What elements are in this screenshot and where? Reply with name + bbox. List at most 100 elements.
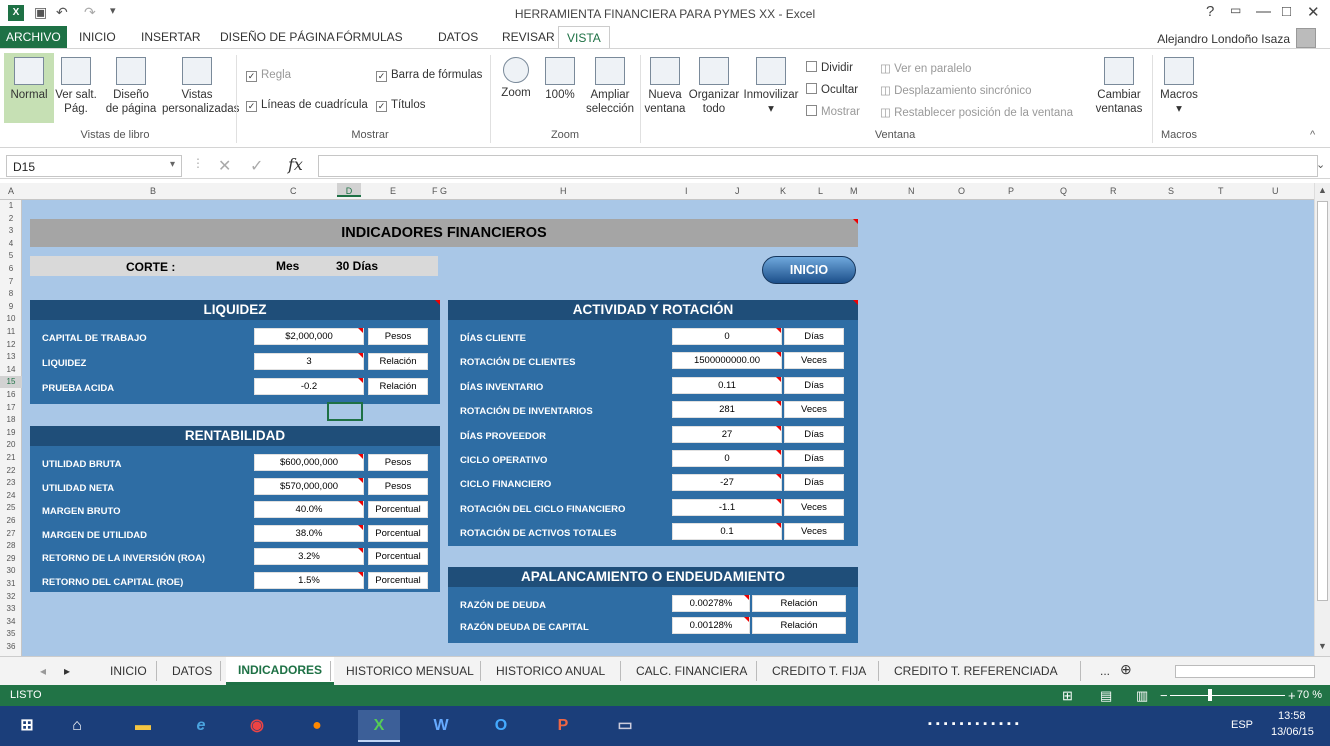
formula-bar-checkbox[interactable]: ✓ Barra de fórmulas [376, 69, 482, 82]
actividad-row-value[interactable]: 0.1 [672, 523, 782, 541]
liquidez-row-value[interactable]: 3 [254, 353, 364, 370]
tab-diseno-pagina[interactable]: DISEÑO DE PÁGINA [220, 30, 335, 44]
new-window-button[interactable]: Nueva ventana [642, 57, 688, 116]
apalancamiento-row-value[interactable]: 0.00278% [672, 595, 750, 612]
column-header[interactable]: O [958, 186, 965, 196]
freeze-panes-button[interactable]: Inmovilizar ▾ [742, 57, 800, 116]
row-header[interactable]: 20 [0, 439, 22, 451]
sheet-tab-calc-financiera[interactable]: CALC. FINANCIERA [636, 664, 747, 678]
row-header[interactable]: 5 [0, 250, 22, 262]
tab-archivo[interactable]: ARCHIVO [0, 26, 67, 48]
row-header[interactable]: 18 [0, 414, 22, 426]
zoom-100-button[interactable]: 100% [540, 57, 580, 102]
normal-view-button[interactable]: Normal [4, 53, 54, 123]
row-header[interactable]: 11 [0, 326, 22, 338]
actividad-row-value[interactable]: 0.11 [672, 376, 782, 394]
actividad-row-value[interactable]: 281 [672, 401, 782, 419]
actividad-row-value[interactable]: 0 [672, 328, 782, 345]
column-header[interactable]: U [1272, 186, 1279, 196]
actividad-row-value[interactable]: 1500000000.00 [672, 352, 782, 370]
column-header[interactable]: J [735, 186, 740, 196]
row-header[interactable]: 35 [0, 628, 22, 640]
more-sheets-icon[interactable]: ... [1100, 664, 1110, 678]
zoom-in-icon[interactable]: + [1288, 688, 1296, 703]
column-header[interactable]: Q [1060, 186, 1067, 196]
inicio-button[interactable]: INICIO [762, 256, 856, 284]
row-header[interactable]: 4 [0, 238, 22, 250]
word-taskbar-icon[interactable]: W [420, 710, 462, 742]
headings-checkbox[interactable]: ✓ Títulos [376, 99, 426, 112]
side-by-side-button[interactable]: ◫ Ver en paralelo [880, 61, 971, 75]
row-header[interactable]: 17 [0, 402, 22, 414]
clock-date[interactable]: 13/06/15 [1271, 726, 1314, 738]
zoom-slider[interactable] [1170, 695, 1285, 696]
macros-button[interactable]: Macros ▾ [1156, 57, 1202, 116]
normal-view-status-icon[interactable]: ⊞ [1062, 688, 1073, 704]
column-header[interactable]: G [440, 186, 447, 196]
row-header[interactable]: 32 [0, 591, 22, 603]
custom-views-button[interactable]: Vistas personalizadas [162, 57, 239, 116]
column-header[interactable]: E [390, 186, 396, 196]
sync-scroll-button[interactable]: ◫ Desplazamiento sincrónico [880, 83, 1032, 97]
remote-desktop-icon[interactable]: ▭ [604, 710, 646, 742]
rentabilidad-row-value[interactable]: 1.5% [254, 571, 364, 589]
tab-vista[interactable]: VISTA [558, 26, 610, 49]
column-header[interactable]: P [1008, 186, 1014, 196]
sheet-tab-historico-mensual[interactable]: HISTORICO MENSUAL [346, 664, 474, 678]
column-header[interactable]: D [337, 183, 361, 197]
enter-icon[interactable]: ✓ [250, 156, 263, 176]
gridlines-checkbox[interactable]: ✓ Líneas de cuadrícula [246, 99, 368, 112]
liquidez-row-value[interactable]: $2,000,000 [254, 328, 364, 345]
restore-button[interactable]: □ [1282, 3, 1291, 20]
excel-taskbar-icon[interactable]: X [358, 710, 400, 742]
sheet-tab-indicadores[interactable]: INDICADORES [226, 657, 335, 685]
row-header[interactable]: 23 [0, 477, 22, 489]
row-header[interactable]: 10 [0, 313, 22, 325]
next-sheet-icon[interactable]: ▸ [64, 664, 70, 678]
file-explorer-icon[interactable]: ▬ [122, 710, 164, 742]
liquidez-row-value[interactable]: -0.2 [254, 378, 364, 395]
row-header[interactable]: 26 [0, 515, 22, 527]
row-header[interactable]: 7 [0, 276, 22, 288]
column-header[interactable]: S [1168, 186, 1174, 196]
windows-start-icon[interactable]: ⊞ [6, 710, 48, 742]
zoom-selection-button[interactable]: Ampliar selección [582, 57, 638, 116]
column-header[interactable]: F [432, 186, 438, 196]
worksheet[interactable]: INDICADORES FINANCIEROS CORTE : Mes 30 D… [22, 200, 1314, 656]
row-header[interactable]: 31 [0, 578, 22, 590]
row-header[interactable]: 12 [0, 339, 22, 351]
row-header[interactable]: 36 [0, 641, 22, 653]
actividad-row-value[interactable]: 0 [672, 450, 782, 467]
row-header[interactable]: 13 [0, 351, 22, 363]
row-header[interactable]: 1 [0, 200, 22, 212]
insert-function-icon[interactable]: fx [288, 155, 303, 174]
tab-insertar[interactable]: INSERTAR [141, 30, 201, 44]
row-header[interactable]: 21 [0, 452, 22, 464]
page-break-status-icon[interactable]: ▥ [1136, 688, 1148, 704]
zoom-out-icon[interactable]: − [1160, 688, 1168, 703]
actividad-row-value[interactable]: 27 [672, 425, 782, 443]
row-header[interactable]: 24 [0, 490, 22, 502]
tab-inicio[interactable]: INICIO [79, 30, 116, 44]
collapse-ribbon-icon[interactable]: ^ [1310, 129, 1315, 141]
row-header[interactable]: 22 [0, 465, 22, 477]
expand-formula-bar-icon[interactable]: ⌄ [1316, 158, 1325, 171]
column-header[interactable]: L [818, 186, 823, 196]
arrange-all-button[interactable]: Organizar todo [688, 57, 740, 116]
column-header[interactable]: I [685, 186, 688, 196]
sheet-tab-credito-t-referenciada[interactable]: CREDITO T. REFERENCIADA [894, 664, 1058, 678]
firefox-icon[interactable]: ● [296, 710, 338, 742]
name-box-dropdown-icon[interactable]: ▾ [170, 159, 175, 170]
tab-formulas[interactable]: FÓRMULAS [336, 30, 403, 44]
row-header[interactable]: 34 [0, 616, 22, 628]
sheet-tab-credito-t-fija[interactable]: CREDITO T. FIJA [772, 664, 866, 678]
row-header[interactable]: 8 [0, 288, 22, 300]
rentabilidad-row-value[interactable]: $600,000,000 [254, 454, 364, 471]
rentabilidad-row-value[interactable]: $570,000,000 [254, 477, 364, 495]
home-icon[interactable]: ⌂ [56, 710, 98, 742]
help-button[interactable]: ? [1206, 3, 1214, 20]
powerpoint-taskbar-icon[interactable]: P [542, 710, 584, 742]
prev-sheet-icon[interactable]: ◂ [40, 664, 46, 678]
clock-time[interactable]: 13:58 [1278, 710, 1306, 722]
zoom-button[interactable]: Zoom [496, 57, 536, 100]
